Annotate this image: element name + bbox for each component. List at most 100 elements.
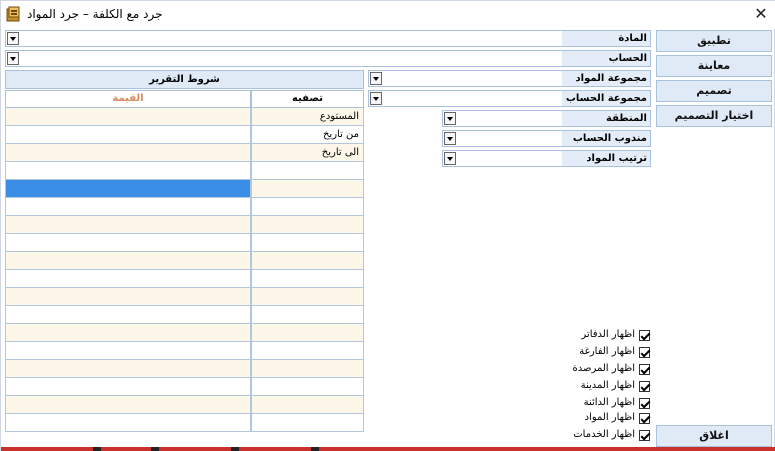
taskbar-strip	[1, 447, 775, 451]
close-window-icon[interactable]: ✕	[746, 1, 775, 29]
chevron-down-icon[interactable]	[7, 32, 19, 45]
show-debit-checkbox[interactable]: اظهار المدينة	[561, 379, 651, 395]
filter-cell[interactable]	[251, 270, 364, 288]
chevron-down-icon[interactable]	[444, 132, 456, 145]
show-materials-checkbox[interactable]: اظهار المواد	[561, 411, 651, 427]
show-services-checkbox[interactable]: اظهار الخدمات	[561, 428, 651, 444]
value-cell[interactable]	[5, 162, 251, 180]
table-row[interactable]	[5, 324, 364, 342]
filter-cell[interactable]: من تاريخ	[251, 126, 364, 144]
material-order-combo[interactable]: ترتيب المواد	[442, 150, 651, 167]
choose-design-button[interactable]: اختيار التصميم	[656, 105, 772, 127]
checkbox-checked-icon[interactable]	[639, 430, 650, 441]
table-row[interactable]	[5, 198, 364, 216]
table-row[interactable]	[5, 180, 364, 198]
value-cell[interactable]	[5, 360, 251, 378]
region-combo[interactable]: المنطقة	[442, 110, 651, 127]
value-cell[interactable]	[5, 180, 251, 198]
value-cell[interactable]	[5, 126, 251, 144]
show-materials-label: اظهار المواد	[584, 412, 635, 423]
material-combo[interactable]: المادة	[5, 30, 651, 47]
account-combo[interactable]: الحساب	[5, 50, 651, 67]
value-cell[interactable]	[5, 144, 251, 162]
table-row[interactable]	[5, 306, 364, 324]
value-cell[interactable]	[5, 306, 251, 324]
filter-cell[interactable]: المستودع	[251, 108, 364, 126]
show-credit-checkbox[interactable]: اظهار الدائنة	[561, 396, 651, 412]
design-button[interactable]: تصميم	[656, 80, 772, 102]
window-title: جرد مع الكلفة – جرد المواد	[27, 7, 163, 21]
value-cell[interactable]	[5, 234, 251, 252]
title-bar: جرد مع الكلفة – جرد المواد ✕	[1, 1, 775, 29]
value-cell[interactable]	[5, 252, 251, 270]
chevron-down-icon[interactable]	[444, 152, 456, 165]
filter-cell[interactable]: الى تاريخ	[251, 144, 364, 162]
show-ledgers-checkbox[interactable]: اظهار الدفاتر	[561, 328, 651, 344]
preview-button[interactable]: معاينة	[656, 55, 772, 77]
value-cell[interactable]	[5, 198, 251, 216]
material-label: المادة	[562, 31, 650, 46]
checkbox-checked-icon[interactable]	[639, 381, 650, 392]
show-empty-checkbox[interactable]: اظهار الفارغة	[561, 345, 651, 361]
checkbox-checked-icon[interactable]	[639, 398, 650, 409]
chevron-down-icon[interactable]	[444, 112, 456, 125]
value-cell[interactable]	[5, 324, 251, 342]
filter-cell[interactable]	[251, 306, 364, 324]
table-row[interactable]	[5, 378, 364, 396]
filter-column-header: تصفيه	[251, 90, 364, 108]
account-rep-combo[interactable]: مندوب الحساب	[442, 130, 651, 147]
checkbox-checked-icon[interactable]	[639, 413, 650, 424]
value-cell[interactable]	[5, 378, 251, 396]
filter-cell[interactable]	[251, 234, 364, 252]
value-cell[interactable]	[5, 216, 251, 234]
apply-button[interactable]: تطبيق	[656, 30, 772, 52]
table-row[interactable]	[5, 288, 364, 306]
filter-cell[interactable]	[251, 360, 364, 378]
material-group-combo[interactable]: مجموعة المواد	[368, 70, 651, 87]
table-row[interactable]	[5, 414, 364, 432]
account-group-combo[interactable]: مجموعة الحساب	[368, 90, 651, 107]
checkbox-checked-icon[interactable]	[639, 330, 650, 341]
value-column-header: القيمة	[5, 90, 251, 108]
checkbox-checked-icon[interactable]	[639, 347, 650, 358]
app-icon	[6, 6, 20, 22]
show-balanced-label: اظهار المرصدة	[572, 363, 635, 374]
value-cell[interactable]	[5, 414, 251, 432]
close-button[interactable]: اغلاق	[656, 425, 772, 447]
report-window: جرد مع الكلفة – جرد المواد ✕ تطبيق معاين…	[0, 0, 775, 451]
filter-cell[interactable]	[251, 414, 364, 432]
account-rep-label: مندوب الحساب	[562, 131, 650, 146]
table-row[interactable]	[5, 396, 364, 414]
table-row[interactable]: المستودع	[5, 108, 364, 126]
filter-cell[interactable]	[251, 288, 364, 306]
filter-cell[interactable]	[251, 198, 364, 216]
table-row[interactable]	[5, 342, 364, 360]
table-row[interactable]	[5, 270, 364, 288]
table-row[interactable]	[5, 252, 364, 270]
filter-cell[interactable]	[251, 180, 364, 198]
table-row[interactable]	[5, 360, 364, 378]
checkbox-checked-icon[interactable]	[639, 364, 650, 375]
table-row[interactable]: من تاريخ	[5, 126, 364, 144]
value-cell[interactable]	[5, 396, 251, 414]
table-row[interactable]	[5, 216, 364, 234]
filter-cell[interactable]	[251, 216, 364, 234]
account-label: الحساب	[562, 51, 650, 66]
filter-cell[interactable]	[251, 162, 364, 180]
filter-cell[interactable]	[251, 396, 364, 414]
filter-cell[interactable]	[251, 252, 364, 270]
value-cell[interactable]	[5, 270, 251, 288]
filter-cell[interactable]	[251, 324, 364, 342]
filter-cell[interactable]	[251, 378, 364, 396]
table-row[interactable]	[5, 162, 364, 180]
value-cell[interactable]	[5, 108, 251, 126]
chevron-down-icon[interactable]	[370, 72, 382, 85]
chevron-down-icon[interactable]	[370, 92, 382, 105]
value-cell[interactable]	[5, 288, 251, 306]
show-balanced-checkbox[interactable]: اظهار المرصدة	[561, 362, 651, 378]
chevron-down-icon[interactable]	[7, 52, 19, 65]
table-row[interactable]: الى تاريخ	[5, 144, 364, 162]
value-cell[interactable]	[5, 342, 251, 360]
filter-cell[interactable]	[251, 342, 364, 360]
table-row[interactable]	[5, 234, 364, 252]
